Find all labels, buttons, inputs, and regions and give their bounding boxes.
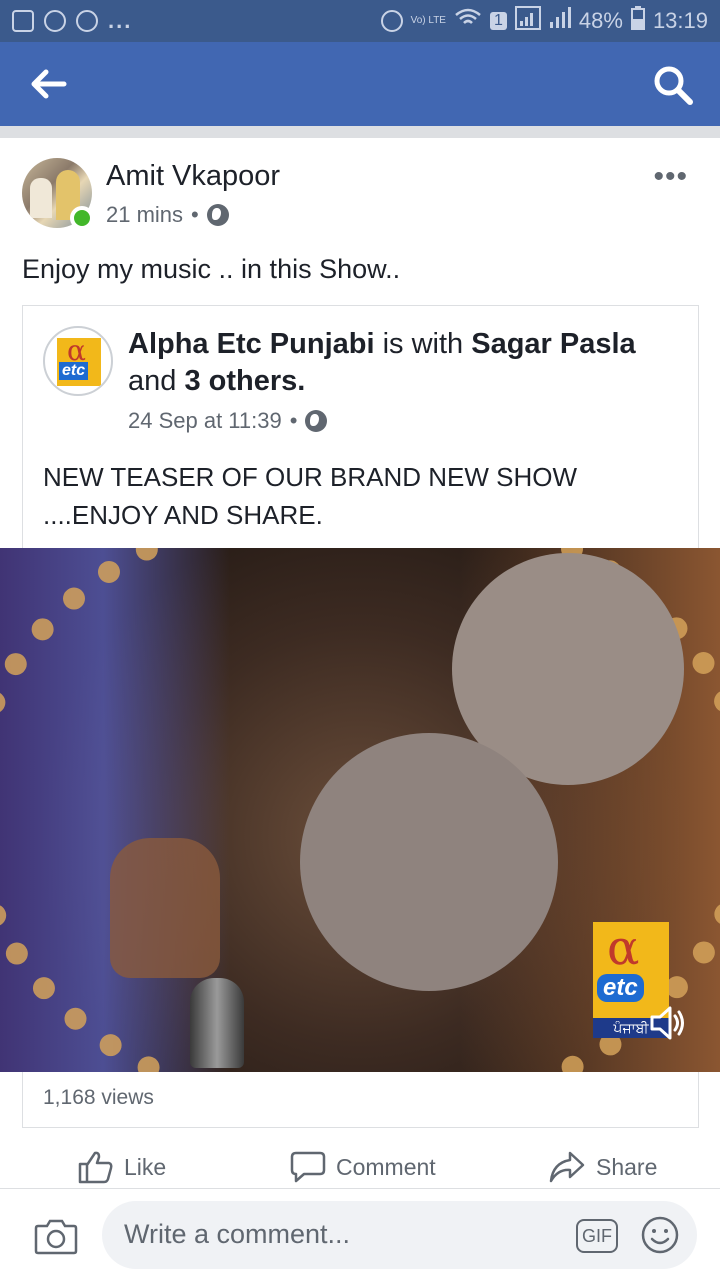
- post-meta: 21 mins •: [106, 202, 229, 228]
- shared-post-card[interactable]: Alpha Etc Punjabi is with Sagar Pasla an…: [22, 305, 699, 549]
- speaker-icon: [650, 1006, 684, 1040]
- messenger-notification-icon: [44, 10, 66, 32]
- video-hand: [110, 838, 220, 978]
- thumbs-up-icon: [78, 1151, 113, 1184]
- sim-badge: 1: [489, 12, 507, 30]
- shared-post-text: NEW TEASER OF OUR BRAND NEW SHOW ....ENJ…: [43, 462, 577, 530]
- alpha-etc-logo: [57, 334, 101, 386]
- share-label: Share: [596, 1153, 658, 1180]
- meta-separator: •: [289, 408, 298, 433]
- gallery-notification-icon: [12, 10, 34, 32]
- search-button[interactable]: [652, 64, 694, 106]
- with-text: is with: [382, 328, 464, 360]
- camera-button[interactable]: [34, 1217, 78, 1255]
- meta-separator: •: [191, 202, 199, 227]
- volume-button[interactable]: [648, 1003, 688, 1043]
- status-bar: ... Vo) LTE 1 48% 13:19: [0, 0, 720, 42]
- video-player[interactable]: α etc ਪੰਜਾਬੀ: [0, 548, 720, 1072]
- search-icon: [654, 66, 693, 105]
- like-button[interactable]: Like: [78, 1150, 166, 1184]
- view-count: 1,168 views: [43, 1086, 154, 1109]
- share-button[interactable]: Share: [548, 1150, 657, 1184]
- arrow-left-icon: [31, 69, 67, 99]
- page-name[interactable]: Alpha Etc Punjabi: [128, 328, 375, 360]
- battery-icon: [630, 6, 645, 36]
- shared-post-time[interactable]: 24 Sep at 11:39: [128, 408, 282, 434]
- comment-label: Comment: [336, 1153, 436, 1180]
- comment-bubble-icon: [290, 1151, 326, 1183]
- battery-percent: 48%: [578, 8, 623, 33]
- globe-icon: [305, 410, 328, 432]
- clock: 13:19: [652, 8, 708, 33]
- blurred-area-face: [300, 733, 558, 991]
- chat-notification-icon: [76, 10, 98, 32]
- author-name[interactable]: Amit Vkapoor: [106, 160, 280, 193]
- emoji-button[interactable]: [640, 1215, 680, 1255]
- signal-icon-2: [549, 6, 571, 36]
- volte-indicator: Vo) LTE: [410, 15, 446, 26]
- back-button[interactable]: [30, 66, 70, 102]
- app-bar: [0, 42, 720, 126]
- comment-button[interactable]: Comment: [290, 1150, 436, 1184]
- comment-input[interactable]: Write a comment... GIF: [102, 1201, 697, 1269]
- signal-icon-1: [514, 6, 541, 36]
- feed-separator: [0, 126, 720, 138]
- share-arrow-icon: [549, 1151, 585, 1183]
- like-label: Like: [124, 1153, 167, 1180]
- logo-etc: etc: [597, 974, 644, 1002]
- post-caption: Enjoy my music .. in this Show..: [22, 254, 401, 284]
- and-text: and: [128, 365, 177, 397]
- gif-button[interactable]: GIF: [576, 1219, 618, 1253]
- comment-composer: Write a comment... GIF: [0, 1188, 720, 1280]
- wifi-icon: [454, 7, 482, 35]
- globe-icon: [206, 204, 229, 226]
- page-avatar[interactable]: [43, 326, 113, 396]
- more-notifications-indicator: ...: [108, 8, 133, 33]
- shared-post-meta: 24 Sep at 11:39 •: [128, 408, 328, 434]
- comment-placeholder: Write a comment...: [124, 1219, 351, 1249]
- post-time[interactable]: 21 mins: [106, 202, 183, 228]
- shared-post-title: Alpha Etc Punjabi is with Sagar Pasla an…: [128, 326, 683, 400]
- logo-alpha: α: [607, 920, 640, 976]
- camera-icon: [34, 1219, 78, 1255]
- online-status-dot: [70, 206, 94, 230]
- post-stats: 1,168 views: [22, 1072, 699, 1128]
- avatar-figure-left: [30, 178, 52, 218]
- others-link[interactable]: 3 others.: [184, 365, 305, 397]
- tagged-person[interactable]: Sagar Pasla: [471, 328, 635, 360]
- emoji-icon: [641, 1216, 679, 1254]
- microphone: [190, 978, 244, 1068]
- alarm-icon: [380, 10, 403, 32]
- more-options-button[interactable]: •••: [653, 160, 688, 194]
